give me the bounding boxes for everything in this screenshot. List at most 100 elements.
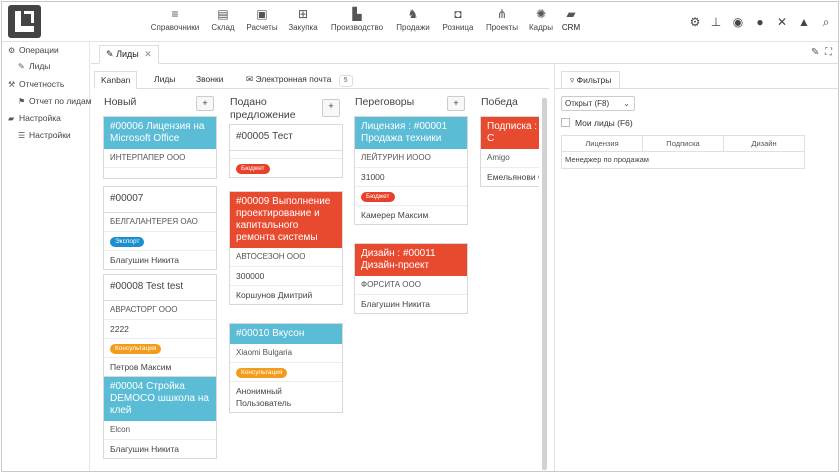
- column-new: Новый + #00006 Лицензия на Microsoft Off…: [98, 94, 217, 471]
- lock-icon[interactable]: ▲: [796, 14, 812, 30]
- filters-panel: ▿ Фильтры Открыт (F8) ⌄ Мои лиды (F6) Ли…: [554, 64, 838, 471]
- card-company: ЛЕЙТУРИН ИООО: [355, 149, 467, 168]
- lead-card[interactable]: #00006 Лицензия на Microsoft Office ИНТЕ…: [103, 116, 217, 179]
- sidebar-item-settings[interactable]: ☰ Настройки: [18, 130, 71, 140]
- kanban-board: Новый + #00006 Лицензия на Microsoft Off…: [98, 94, 539, 471]
- lead-card[interactable]: Дизайн : #00011 Дизайн-проект ФОРСИТА ОО…: [354, 243, 468, 314]
- directory-icon: ≡: [171, 7, 179, 21]
- pencil-icon: ✎: [18, 62, 25, 71]
- lead-card[interactable]: Лицензия : #00001 Продажа техники ЛЕЙТУР…: [354, 116, 468, 225]
- nav-raschety[interactable]: ▣ Расчеты: [244, 6, 280, 40]
- my-leads-checkbox[interactable]: Мои лиды (F6): [561, 118, 633, 128]
- nav-roznitsa[interactable]: ◘ Розница: [439, 6, 477, 40]
- edit-icon[interactable]: ✎: [811, 47, 819, 58]
- card-tag: Бюджет: [236, 164, 270, 174]
- column-title: Победа: [481, 96, 518, 108]
- nav-crm[interactable]: ▰ CRM: [560, 6, 582, 40]
- card-person: Коршунов Дмитрий: [236, 290, 313, 300]
- folder-icon: ▰: [8, 114, 15, 123]
- lead-card[interactable]: #00010 Вкусон Xiaomi Bulgaria Консультац…: [229, 323, 343, 413]
- add-card-button[interactable]: +: [447, 96, 465, 111]
- card-title: #00009 Выполнение проектирование и капит…: [230, 192, 342, 248]
- nav-kadry[interactable]: ✺ Кадры: [527, 6, 555, 40]
- gear-icon[interactable]: ⚙: [687, 14, 703, 30]
- tab-leads-list[interactable]: Лиды: [148, 71, 181, 89]
- card-value: 31000: [355, 168, 467, 187]
- nav-prodazhi[interactable]: ♞ Продажи: [394, 6, 432, 40]
- card-title: #00008 Test test: [104, 275, 216, 301]
- column-title: Новый: [104, 96, 137, 108]
- column-header[interactable]: Лицензия: [562, 136, 643, 151]
- card-title: #00006 Лицензия на Microsoft Office: [104, 117, 216, 149]
- card-tag: Бюджет: [361, 192, 395, 202]
- sidebar-item-leads[interactable]: ✎ Лиды: [18, 61, 50, 71]
- sidebar-item-setup[interactable]: ▰ Настройка: [8, 113, 61, 123]
- column-won: Победа Подписка : Стройка С Amigo Емелья…: [475, 94, 539, 471]
- checkbox-box[interactable]: [561, 118, 570, 127]
- nav-proizvodstvo[interactable]: ▙ Производство: [328, 6, 386, 40]
- column-header[interactable]: Подписка: [643, 136, 724, 151]
- lead-card[interactable]: Подписка : Стройка С Amigo Емельянови Ст…: [480, 116, 539, 187]
- table-row[interactable]: Менеджер по продажам: [562, 152, 804, 168]
- lead-card[interactable]: #00009 Выполнение проектирование и капит…: [229, 191, 343, 305]
- card-company: Amigo: [481, 149, 539, 168]
- page-tab-bar: ✎ Лиды ✕ ✎ ⛶: [91, 42, 838, 64]
- card-value: 300000: [230, 267, 342, 286]
- tab-leads[interactable]: ✎ Лиды ✕: [99, 45, 159, 64]
- top-bar: ≡ Справочники ▤ Склад ▣ Расчеты ⊞ Закупк…: [2, 2, 838, 42]
- tab-filters[interactable]: ▿ Фильтры: [561, 71, 621, 89]
- filter-table: Лицензия Подписка Дизайн Менеджер по про…: [561, 135, 805, 169]
- sidebar-item-reports[interactable]: ⚒ Отчетность: [8, 79, 64, 89]
- folder-icon: ▰: [566, 7, 576, 21]
- fullscreen-icon[interactable]: ⛶: [825, 47, 832, 58]
- card-company: АВТОСЕЗОН ООО: [230, 248, 342, 267]
- add-card-button[interactable]: +: [322, 99, 340, 117]
- card-person: Благушин Никита: [110, 255, 180, 265]
- lead-card[interactable]: #00005 Тест Бюджет: [229, 124, 343, 178]
- card-title: #00007: [104, 187, 216, 213]
- card-tag: Консультация: [236, 368, 288, 378]
- nav-zakupka[interactable]: ⊞ Закупка: [286, 6, 320, 40]
- lead-card[interactable]: #00008 Test test АВРАСТОРГ ООО 2222 Конс…: [103, 274, 217, 377]
- card-company: Xiaomi Bulgaria: [230, 344, 342, 363]
- email-count-badge: 5: [338, 75, 353, 87]
- lead-card[interactable]: #00007 БЕЛГАЛАНТЕРЕЯ ОАО Экспорт Благуши…: [103, 186, 217, 270]
- card-value: 2222: [104, 320, 216, 339]
- nav-sklad[interactable]: ▤ Склад: [208, 6, 238, 40]
- column-header[interactable]: Дизайн: [724, 136, 804, 151]
- tab-calls[interactable]: Звонки: [190, 71, 229, 89]
- sales-icon: ♞: [407, 7, 419, 21]
- app-window: ≡ Справочники ▤ Склад ▣ Расчеты ⊞ Закупк…: [1, 1, 839, 472]
- eye-icon[interactable]: ◉: [730, 14, 746, 30]
- app-logo[interactable]: [8, 5, 41, 38]
- column-negotiations: Переговоры + Лицензия : #00001 Продажа т…: [349, 94, 468, 471]
- card-company: ФОРСИТА ООО: [355, 276, 467, 295]
- pin-icon[interactable]: ⊥: [708, 14, 724, 30]
- card-person: Емельянови Станиславо: [487, 172, 539, 182]
- cart-icon: ⊞: [297, 7, 309, 21]
- tools-icon[interactable]: ✕: [774, 14, 790, 30]
- card-title: #00004 Стройка DEMOCO шшкола на клей: [104, 377, 216, 421]
- add-card-button[interactable]: +: [196, 96, 214, 111]
- filter-icon: ▿: [570, 75, 575, 85]
- tab-kanban[interactable]: Kanban: [94, 71, 138, 89]
- factory-icon: ▙: [352, 7, 362, 21]
- chat-icon[interactable]: ●: [752, 14, 768, 30]
- search-icon[interactable]: ⌕: [818, 14, 834, 30]
- nav-proekty[interactable]: ⋔ Проекты: [484, 6, 520, 40]
- money-icon: ▣: [256, 7, 268, 21]
- close-icon[interactable]: ✕: [144, 49, 152, 59]
- card-title: Дизайн : #00011 Дизайн-проект: [355, 244, 467, 276]
- lead-card[interactable]: #00004 Стройка DEMOCO шшкола на клей Elc…: [103, 376, 217, 459]
- card-company: АВРАСТОРГ ООО: [104, 301, 216, 320]
- sidebar-item-leads-report[interactable]: ⚑ Отчет по лидам: [18, 96, 92, 106]
- card-person: Благушин Никита: [110, 444, 180, 454]
- kanban-scrollbar[interactable]: [542, 98, 547, 470]
- scrollbar-thumb[interactable]: [542, 98, 547, 470]
- sidebar-item-operations[interactable]: ⚙ Операции: [8, 45, 59, 55]
- tab-email[interactable]: ✉ Электронная почта 5: [240, 71, 359, 89]
- status-select[interactable]: Открыт (F8) ⌄: [561, 96, 635, 111]
- nav-spravochniki[interactable]: ≡ Справочники: [150, 6, 200, 40]
- card-title: #00005 Тест: [230, 125, 342, 151]
- card-title: #00010 Вкусон: [230, 324, 342, 344]
